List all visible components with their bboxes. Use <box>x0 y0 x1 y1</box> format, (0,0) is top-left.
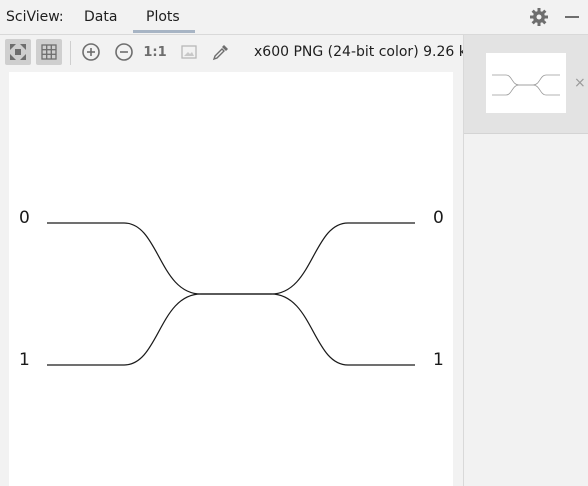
color-picker-icon[interactable] <box>208 39 234 65</box>
active-tab-indicator <box>133 30 195 33</box>
actual-size-label: 1:1 <box>143 44 167 60</box>
toolbar-separator <box>70 41 71 65</box>
thumbnail-panel: × <box>464 35 588 134</box>
fit-to-window-icon[interactable] <box>5 39 31 65</box>
tool-window-title: SciView: <box>6 9 64 25</box>
image-info: x600 PNG (24-bit color) 9.26 kB <box>254 44 477 60</box>
wire-0-path <box>47 222 415 295</box>
tab-plots[interactable]: Plots <box>146 9 180 25</box>
tool-window-header: SciView: Data Plots <box>0 0 588 35</box>
show-grid-icon[interactable] <box>36 39 62 65</box>
thumbnail-sidebar: × <box>463 35 588 486</box>
tab-data[interactable]: Data <box>84 9 117 25</box>
right-wire-label-1: 1 <box>433 350 444 370</box>
minimize-icon[interactable] <box>565 16 579 18</box>
zoom-in-icon[interactable] <box>78 39 104 65</box>
gear-icon[interactable] <box>529 7 549 27</box>
actual-size-button[interactable]: 1:1 <box>142 39 168 65</box>
plot-image: 0 1 0 1 <box>9 72 453 486</box>
wire-1-path <box>47 293 415 366</box>
close-thumbnail-icon[interactable]: × <box>574 75 586 91</box>
zoom-out-icon[interactable] <box>111 39 137 65</box>
background-icon[interactable] <box>176 39 202 65</box>
plot-thumbnail[interactable] <box>486 53 566 113</box>
right-wire-label-0: 0 <box>433 208 444 228</box>
left-wire-label-0: 0 <box>19 208 30 228</box>
left-wire-label-1: 1 <box>19 350 30 370</box>
